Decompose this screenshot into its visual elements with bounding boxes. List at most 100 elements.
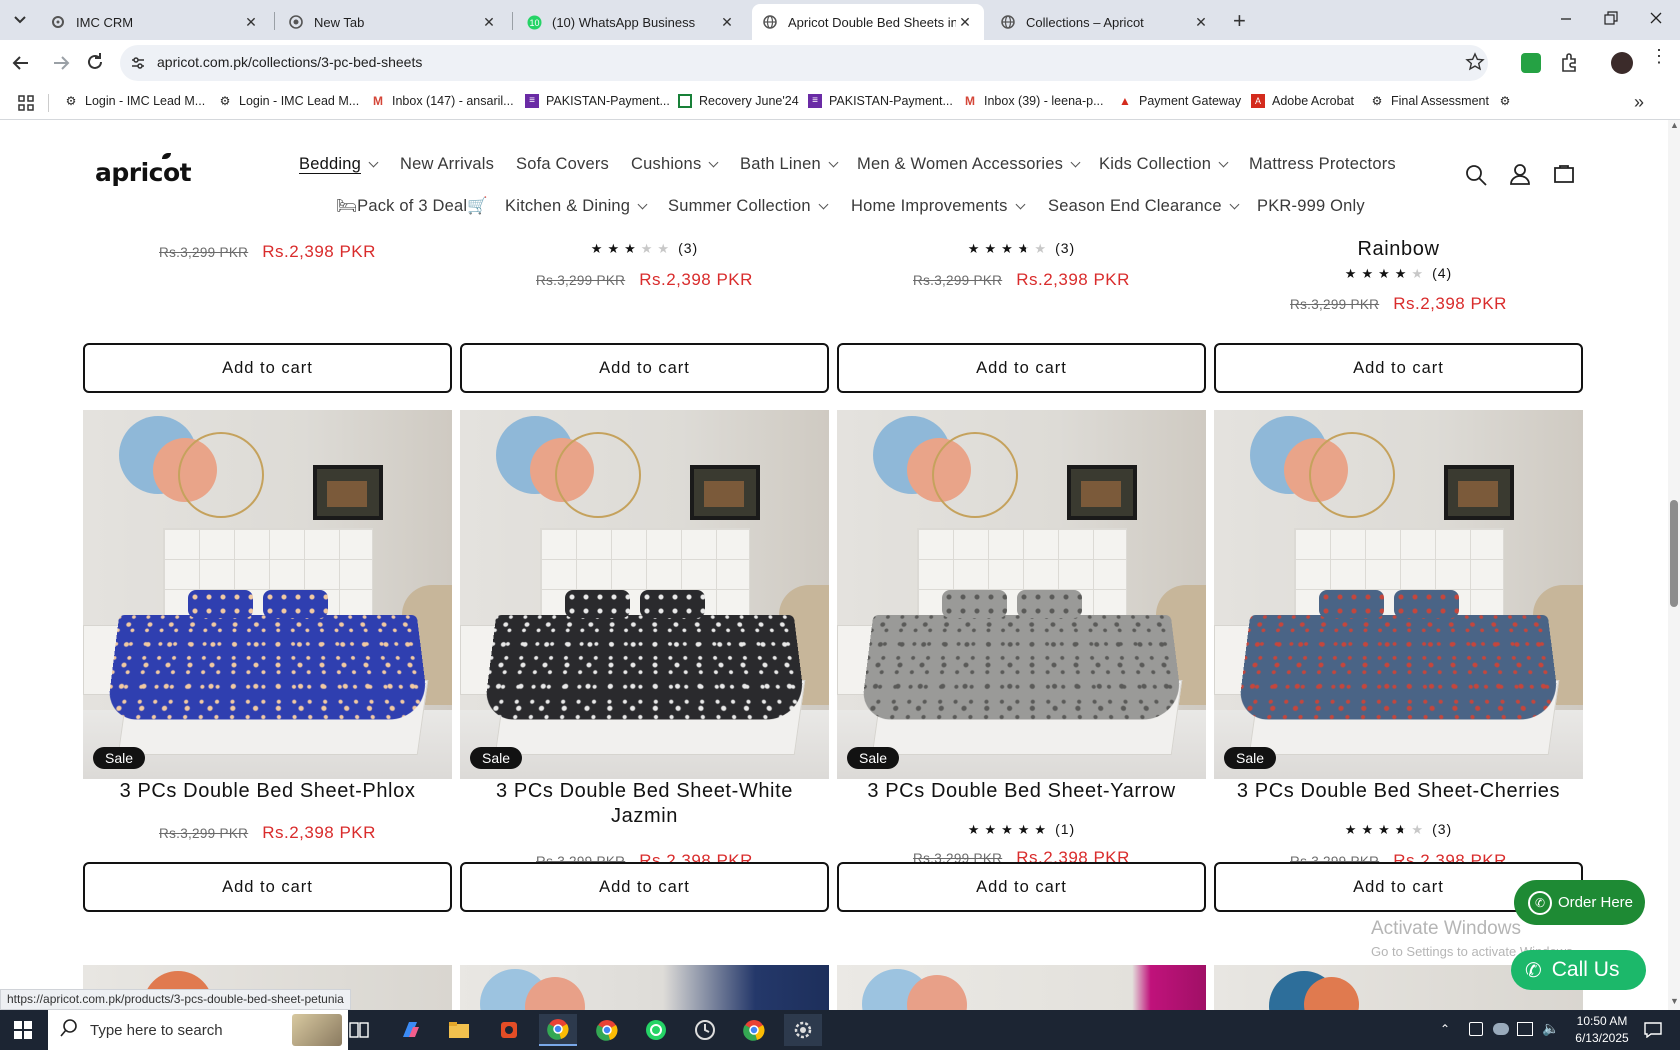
chrome-taskbar-icon-3[interactable] xyxy=(735,1014,773,1046)
nav-bath-linen[interactable]: Bath Linen xyxy=(740,155,839,174)
site-info-icon[interactable] xyxy=(130,55,146,76)
browser-tab-whatsapp[interactable]: 10 (10) WhatsApp Business ✕ xyxy=(516,4,746,40)
tab-search-dropdown-icon[interactable] xyxy=(10,10,30,30)
bookmark-pakistan-payment-1[interactable]: ≡ PAKISTAN-Payment... xyxy=(525,94,670,108)
nav-mattress-protectors[interactable]: Mattress Protectors xyxy=(1249,155,1396,174)
extensions-puzzle-icon[interactable] xyxy=(1558,52,1580,79)
scroll-up-arrow-icon[interactable]: ▲ xyxy=(1670,120,1679,130)
browser-tab-imc-crm[interactable]: IMC CRM ✕ xyxy=(40,4,270,40)
browser-tab-apricot-active[interactable]: Apricot Double Bed Sheets in P ✕ xyxy=(752,4,984,40)
product-image[interactable]: Sale xyxy=(837,410,1206,779)
nav-men-women-accessories[interactable]: Men & Women Accessories xyxy=(857,155,1081,174)
url-text[interactable]: apricot.com.pk/collections/3-pc-bed-shee… xyxy=(157,54,422,70)
nav-bedding[interactable]: Bedding xyxy=(299,155,379,174)
settings-app-icon[interactable] xyxy=(784,1014,822,1046)
nav-pack-of-3-deal[interactable]: 🛏Pack of 3 Deal🛒 xyxy=(336,197,488,216)
whatsapp-extension-icon[interactable] xyxy=(1521,53,1541,73)
nav-cushions[interactable]: Cushions xyxy=(631,155,719,174)
apps-grid-icon[interactable] xyxy=(18,95,34,116)
file-explorer-icon[interactable] xyxy=(440,1014,478,1046)
nav-pkr-999-only[interactable]: PKR-999 Only xyxy=(1257,197,1365,216)
product-name[interactable]: 3 PCs Double Bed Sheet-Cherries xyxy=(1214,779,1583,804)
product-image[interactable]: Sale xyxy=(460,410,829,779)
call-us-button[interactable]: ✆ Call Us xyxy=(1511,950,1646,990)
nav-summer-collection[interactable]: Summer Collection xyxy=(668,197,829,216)
browser-menu-icon[interactable]: ⋮ xyxy=(1650,47,1668,65)
profile-avatar-icon[interactable] xyxy=(1611,52,1633,74)
network-icon[interactable] xyxy=(1517,1022,1533,1036)
cart-bag-icon[interactable] xyxy=(1552,162,1576,191)
cloud-sync-icon[interactable] xyxy=(1493,1023,1509,1035)
close-tab-icon[interactable]: ✕ xyxy=(480,14,498,31)
product-image-peek-3[interactable] xyxy=(837,965,1206,1010)
close-window-icon[interactable] xyxy=(1646,8,1666,28)
close-tab-icon[interactable]: ✕ xyxy=(718,14,736,31)
product-image[interactable]: Sale xyxy=(83,410,452,779)
add-to-cart-button[interactable]: Add to cart xyxy=(460,862,829,912)
forward-arrow-icon[interactable] xyxy=(50,52,72,79)
bookmark-payment-gateway[interactable]: ▲ Payment Gateway xyxy=(1118,94,1241,108)
back-arrow-icon[interactable] xyxy=(10,52,32,79)
bookmark-imc-lead-2[interactable]: ⚙ Login - IMC Lead M... xyxy=(218,94,360,108)
product-name[interactable]: 3 PCs Double Bed Sheet-White Jazmin xyxy=(460,779,829,829)
bookmark-adobe-acrobat[interactable]: A Adobe Acrobat xyxy=(1251,94,1354,108)
nav-home-improvements[interactable]: Home Improvements xyxy=(851,197,1025,216)
product-name[interactable]: 3 PCs Double Bed Sheet-Phlox xyxy=(83,779,452,804)
bookmark-imc-lead-1[interactable]: ⚙ Login - IMC Lead M... xyxy=(64,94,206,108)
bookmark-extra-gear[interactable]: ⚙ xyxy=(1498,94,1519,108)
minimize-window-icon[interactable] xyxy=(1556,8,1576,28)
browser-tab-collections[interactable]: Collections – Apricot ✕ xyxy=(990,4,1220,40)
page-scrollbar[interactable]: ▲ ▼ xyxy=(1668,120,1680,1010)
clock-app-icon[interactable] xyxy=(686,1014,724,1046)
nav-new-arrivals[interactable]: New Arrivals xyxy=(400,155,494,174)
new-tab-plus-icon[interactable]: + xyxy=(1233,8,1246,34)
product-image-peek-2[interactable] xyxy=(460,965,829,1010)
show-hidden-icons-chevron-icon[interactable]: ⌃ xyxy=(1440,1022,1450,1036)
copilot-icon[interactable] xyxy=(391,1014,429,1046)
nav-kids-collection[interactable]: Kids Collection xyxy=(1099,155,1229,174)
windows-start-icon[interactable] xyxy=(4,1014,42,1046)
bookmark-star-icon[interactable] xyxy=(1465,52,1485,77)
chrome-taskbar-icon-2[interactable] xyxy=(588,1014,626,1046)
more-bookmarks-chevron-icon[interactable]: » xyxy=(1634,92,1644,113)
whatsapp-taskbar-icon[interactable] xyxy=(637,1014,675,1046)
scrollbar-thumb[interactable] xyxy=(1670,500,1678,607)
product-name[interactable]: 3 PCs Double Bed Sheet-Yarrow xyxy=(837,779,1206,804)
bookmark-pakistan-payment-2[interactable]: ≡ PAKISTAN-Payment... xyxy=(808,94,953,108)
order-here-button[interactable]: ✆ Order Here xyxy=(1514,880,1645,925)
close-tab-icon[interactable]: ✕ xyxy=(242,14,260,31)
bookmark-final-assessment[interactable]: ⚙ Final Assessment xyxy=(1370,94,1489,108)
reload-icon[interactable] xyxy=(84,51,106,78)
product-name[interactable]: Rainbow xyxy=(1214,237,1583,262)
add-to-cart-button[interactable]: Add to cart xyxy=(83,862,452,912)
bookmark-recovery[interactable]: Recovery June'24 xyxy=(678,94,799,108)
taskbar-clock[interactable]: 10:50 AM 6/13/2025 xyxy=(1566,1013,1638,1047)
meet-now-icon[interactable] xyxy=(1469,1022,1483,1036)
restore-window-icon[interactable] xyxy=(1601,8,1621,28)
taskbar-search-box[interactable]: Type here to search xyxy=(48,1010,348,1050)
scroll-down-arrow-icon[interactable]: ▼ xyxy=(1670,996,1679,1006)
address-bar[interactable]: apricot.com.pk/collections/3-pc-bed-shee… xyxy=(120,45,1488,81)
add-to-cart-button[interactable]: Add to cart xyxy=(837,343,1206,393)
account-icon[interactable] xyxy=(1508,162,1532,191)
search-icon[interactable] xyxy=(1464,163,1488,192)
nav-season-end-clearance[interactable]: Season End Clearance xyxy=(1048,197,1240,216)
chrome-taskbar-icon-1[interactable] xyxy=(539,1014,577,1046)
notifications-icon[interactable] xyxy=(1640,1018,1666,1042)
add-to-cart-button[interactable]: Add to cart xyxy=(837,862,1206,912)
nav-kitchen-dining[interactable]: Kitchen & Dining xyxy=(505,197,648,216)
task-view-icon[interactable] xyxy=(340,1014,378,1046)
bookmark-gmail-inbox-2[interactable]: M Inbox (39) - leena-p... xyxy=(963,94,1104,108)
close-tab-icon[interactable]: ✕ xyxy=(956,14,974,31)
app-red-icon[interactable] xyxy=(490,1014,528,1046)
add-to-cart-button[interactable]: Add to cart xyxy=(1214,343,1583,393)
add-to-cart-button[interactable]: Add to cart xyxy=(460,343,829,393)
site-logo[interactable]: apricot xyxy=(95,153,192,187)
browser-tab-new-tab[interactable]: New Tab ✕ xyxy=(278,4,508,40)
product-image[interactable]: Sale xyxy=(1214,410,1583,779)
nav-sofa-covers[interactable]: Sofa Covers xyxy=(516,155,609,174)
close-tab-icon[interactable]: ✕ xyxy=(1192,14,1210,31)
volume-muted-icon[interactable]: 🔈 xyxy=(1542,1020,1559,1037)
bookmark-gmail-inbox-1[interactable]: M Inbox (147) - ansaril... xyxy=(371,94,514,108)
add-to-cart-button[interactable]: Add to cart xyxy=(83,343,452,393)
